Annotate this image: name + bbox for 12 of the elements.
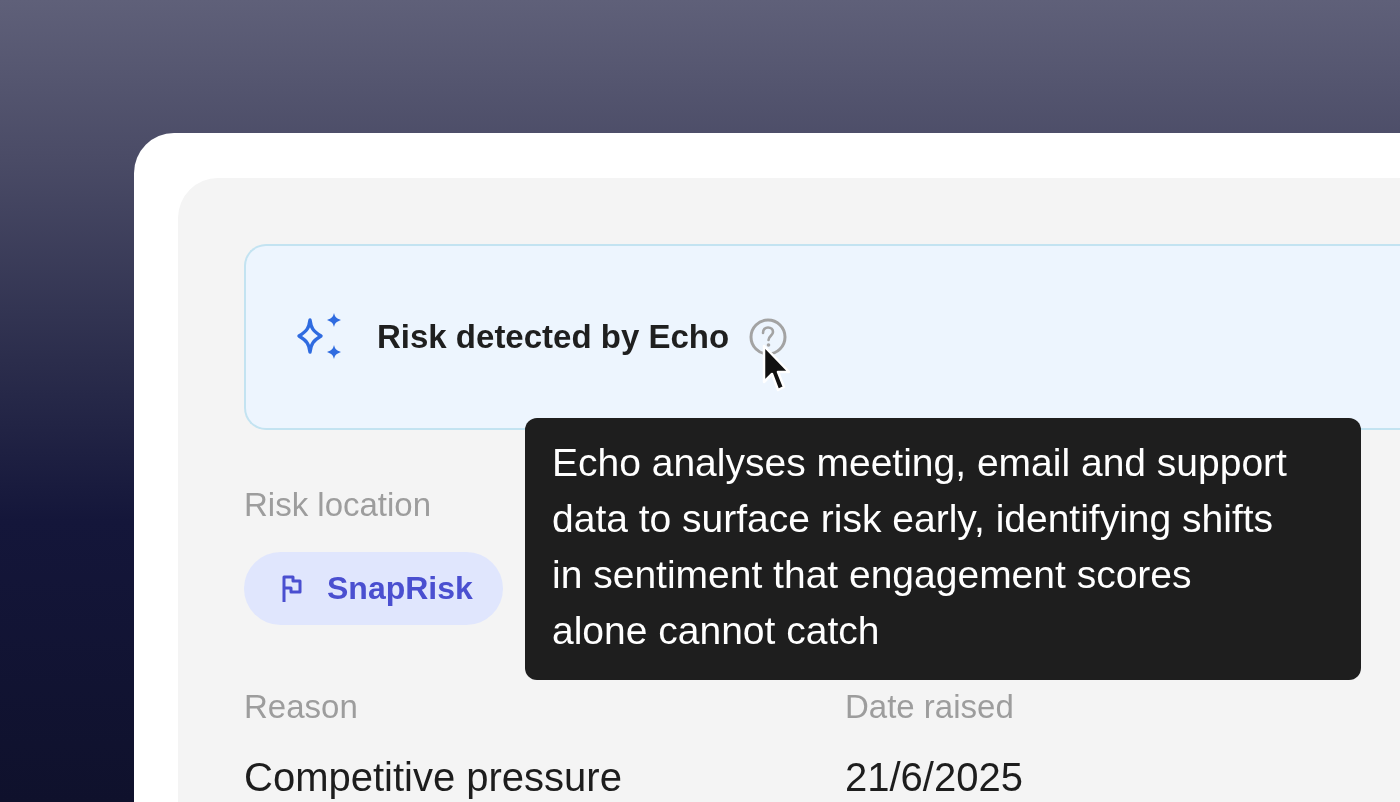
flag-icon bbox=[282, 574, 302, 603]
field-label: Risk location bbox=[244, 486, 432, 524]
field-value: Competitive pressure bbox=[244, 755, 622, 799]
field-value: 21/6/2025 bbox=[845, 755, 1023, 799]
location-tag[interactable]: SnapRisk bbox=[244, 552, 503, 625]
cursor-icon bbox=[762, 344, 790, 394]
field-label: Date raised bbox=[845, 688, 1014, 726]
help-icon[interactable] bbox=[749, 318, 788, 356]
field-label: Reason bbox=[244, 688, 358, 726]
banner-title: Risk detected by Echo bbox=[377, 318, 730, 356]
sparkle-icon bbox=[294, 312, 343, 359]
tooltip-text: Echo analyses meeting, email and support data to surface risk early, identifying shifts in sentiment that engagement scores alone cannot catch bbox=[552, 440, 1288, 654]
